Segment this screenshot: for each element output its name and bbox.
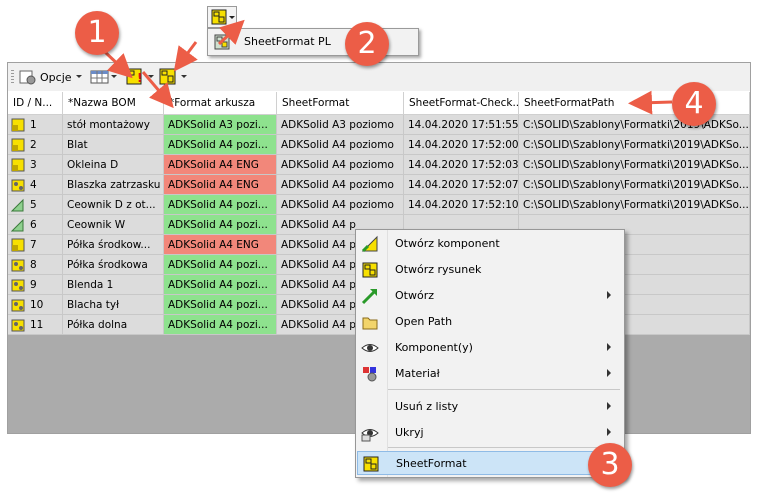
callout-4: 4 [672,82,716,126]
arrow-1-to-column [141,71,174,109]
arrow-3 [217,19,245,46]
arrow-2 [173,41,198,72]
callout-1: 1 [75,11,119,55]
annotation-arrows [103,19,673,115]
callout-3: 3 [588,443,632,487]
arrow-1-to-button [103,50,133,79]
callout-2: 2 [345,22,389,66]
arrow-4 [628,90,673,115]
